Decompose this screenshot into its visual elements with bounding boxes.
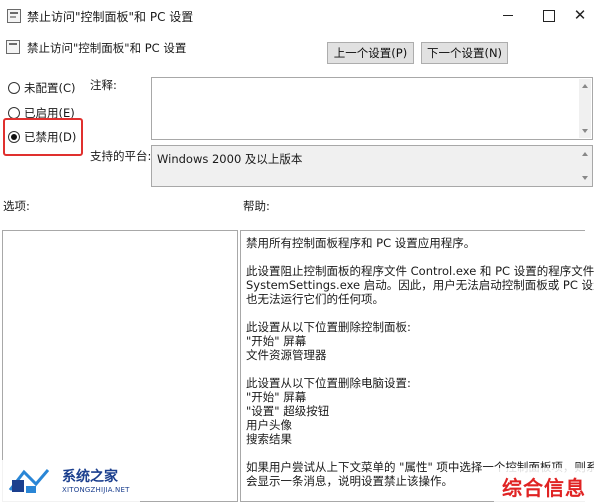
scroll-up-arrow-icon[interactable] [579,147,591,161]
help-text-line: 搜索结果 [246,432,292,446]
supported-platform-value: Windows 2000 及以上版本 [157,152,303,166]
watermark-name: 系统之家 [62,469,118,485]
watermark-zonghexinxi: 综合信息 [494,468,594,502]
watermark-text: 综合信息 [502,476,586,500]
scroll-down-arrow-icon[interactable] [579,124,591,138]
supported-platform-label: 支持的平台: [90,149,152,163]
previous-setting-button[interactable]: 上一个设置(P) [327,42,414,64]
comment-label: 注释: [90,78,117,92]
scroll-down-arrow-icon[interactable] [579,171,591,185]
policy-window-icon [7,9,21,23]
radio-circle[interactable] [8,82,20,94]
highlight-annotation-box [3,118,83,156]
comment-scrollbar[interactable] [579,79,591,138]
options-label: 选项: [3,199,30,213]
help-text-line: 会显示一条消息，说明设置禁止该操作。 [246,474,453,488]
next-setting-button[interactable]: 下一个设置(N) [421,42,508,64]
minimize-button[interactable] [488,2,528,28]
help-label: 帮助: [243,199,270,213]
policy-name: 禁止访问"控制面板"和 PC 设置 [27,41,187,55]
policy-setting-icon [6,40,20,54]
supported-platform-field: Windows 2000 及以上版本 [151,145,593,187]
help-text-line: 也无法运行它们的任何项。 [246,292,384,306]
title-bar: 禁止访问"控制面板"和 PC 设置 ✕ [0,0,594,32]
xitongzhijia-logo-icon [8,469,50,493]
maximize-button[interactable] [528,2,568,28]
help-text-line: 文件资源管理器 [246,348,327,362]
help-text-line: 禁用所有控制面板程序和 PC 设置应用程序。 [246,236,476,250]
comment-textarea[interactable] [151,77,593,140]
watermark-xitongzhijia: 系统之家 XITONGZHIJIA.NET [0,460,140,502]
watermark-url: XITONGZHIJIA.NET [62,486,130,494]
close-button[interactable]: ✕ [566,2,594,28]
platform-scrollbar[interactable] [579,147,591,185]
radio-label-not-configured: 未配置(C) [24,81,76,95]
radio-not-configured[interactable]: 未配置(C) [8,80,76,96]
help-pane: 禁用所有控制面板程序和 PC 设置应用程序。 此设置阻止控制面板的程序文件 Con… [240,230,594,502]
window-title: 禁止访问"控制面板"和 PC 设置 [27,10,194,24]
scroll-up-arrow-icon[interactable] [579,79,591,93]
